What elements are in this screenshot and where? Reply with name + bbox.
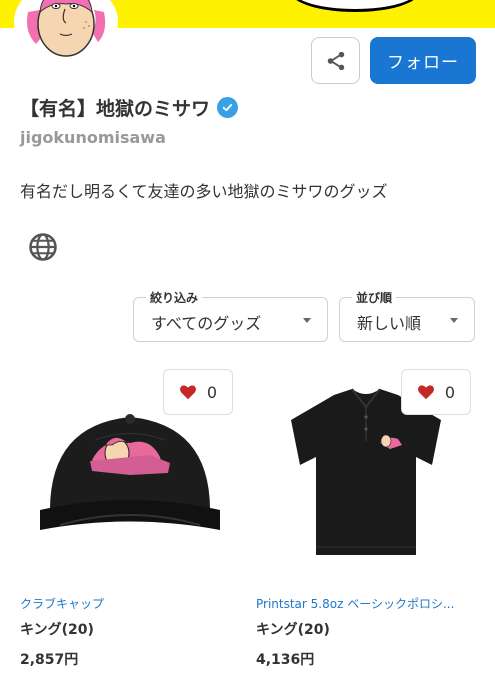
like-count: 0	[206, 382, 218, 402]
sort-value: 新しい順	[357, 314, 422, 333]
product-creator[interactable]: キング(20)	[20, 619, 94, 639]
follow-button[interactable]: フォロー	[370, 37, 476, 84]
check-icon	[217, 97, 239, 118]
filter-label: 絞り込み	[146, 289, 203, 306]
sort-label: 並び順	[352, 289, 397, 306]
shop-handle: jigokunomisawa	[20, 128, 166, 147]
product-price: 2,857円	[20, 652, 79, 668]
like-button[interactable]: 0	[401, 369, 471, 415]
heart-icon	[179, 385, 196, 400]
chevron-down-icon	[450, 318, 458, 323]
heart-icon	[417, 385, 434, 400]
shop-description: 有名だし明るくて友達の多い地獄のミサワのグッズ	[20, 182, 388, 201]
share-button[interactable]	[311, 37, 360, 84]
avatar[interactable]	[14, 0, 118, 60]
product-title[interactable]: Printstar 5.8oz ベーシックポロシ...	[256, 595, 476, 612]
filter-value: すべてのグッズ	[151, 314, 262, 333]
share-icon	[327, 51, 344, 70]
product-price: 4,136円	[256, 652, 315, 668]
like-button[interactable]: 0	[163, 369, 233, 415]
chevron-down-icon	[303, 318, 311, 323]
globe-icon[interactable]	[28, 232, 58, 266]
sort-select[interactable]: 並び順 新しい順	[339, 289, 475, 342]
product-creator[interactable]: キング(20)	[256, 619, 330, 639]
shop-name: 【有名】地獄のミサワ	[20, 98, 211, 120]
filter-select[interactable]: 絞り込み すべてのグッズ	[133, 289, 328, 342]
product-title[interactable]: クラブキャップ	[20, 595, 240, 612]
banner-illustration	[290, 0, 420, 12]
page-title: 【有名】地獄のミサワ	[20, 94, 239, 121]
like-count: 0	[444, 382, 456, 402]
